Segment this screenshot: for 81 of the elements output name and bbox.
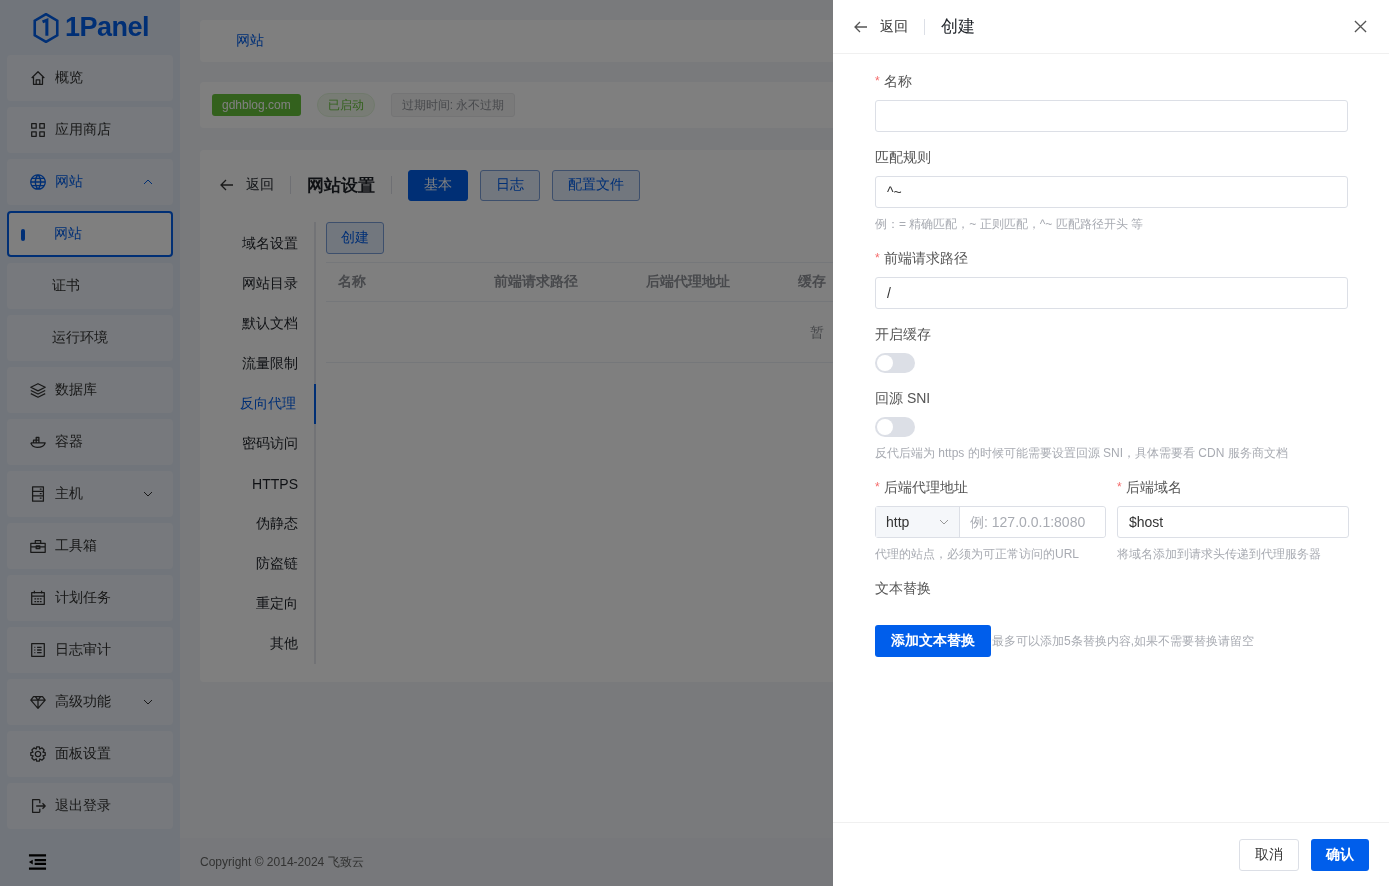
- back-arrow-icon[interactable]: [854, 20, 868, 33]
- collapse-menu-icon[interactable]: [28, 854, 47, 870]
- settings-menu-item[interactable]: 重定向: [220, 584, 316, 624]
- sidebar-item[interactable]: 主机: [7, 471, 173, 517]
- sidebar-item[interactable]: 日志审计: [7, 627, 173, 673]
- status-tag: 已启动: [316, 93, 375, 117]
- page-title: 网站设置: [307, 174, 375, 197]
- toolbox-icon: [29, 537, 47, 555]
- required-mark: *: [875, 479, 880, 496]
- layers-icon: [29, 381, 47, 399]
- tab-button[interactable]: 配置文件: [552, 169, 640, 201]
- sidebar-item[interactable]: 概览: [7, 55, 173, 101]
- home-icon: [29, 69, 47, 87]
- settings-icon: [29, 745, 47, 763]
- settings-menu-item[interactable]: HTTPS: [220, 464, 316, 504]
- field-label: 后端域名: [1125, 478, 1182, 496]
- field-label: 后端代理地址: [883, 478, 968, 496]
- sidebar-item[interactable]: 数据库: [7, 367, 173, 413]
- note-text: 最多可以添加5条替换内容,如果不需要替换请留空: [992, 632, 1254, 650]
- settings-menu-item[interactable]: 反向代理: [220, 384, 316, 424]
- add-text-replace-button[interactable]: 添加文本替换: [875, 625, 991, 657]
- sidebar-item[interactable]: 网站: [7, 159, 173, 205]
- diamond-icon: [29, 693, 47, 711]
- sidebar-item[interactable]: 退出登录: [7, 783, 173, 829]
- globe-icon: [29, 173, 47, 191]
- help-text: 代理的站点，必须为可正常访问的URL: [875, 546, 1079, 563]
- settings-menu-item[interactable]: 密码访问: [220, 424, 316, 464]
- settings-menu-item[interactable]: 默认文档: [220, 304, 316, 344]
- sidebar-item[interactable]: 应用商店: [7, 107, 173, 153]
- required-mark: *: [1117, 479, 1122, 496]
- sidebar-item[interactable]: 计划任务: [7, 575, 173, 621]
- required-mark: *: [875, 250, 880, 267]
- server-icon: [29, 485, 47, 503]
- match-rule-field[interactable]: ^~: [875, 176, 1348, 208]
- grid-icon: [29, 121, 47, 139]
- help-text: 将域名添加到请求头传递到代理服务器: [1117, 546, 1321, 563]
- copyright-text: Copyright © 2014-2024 飞致云: [200, 853, 364, 871]
- settings-menu-item[interactable]: 其他: [220, 624, 316, 664]
- sidebar-item[interactable]: 工具箱: [7, 523, 173, 569]
- logout-icon: [29, 797, 47, 815]
- sidebar-subitem[interactable]: 证书: [7, 263, 173, 309]
- domain-tag: gdhblog.com: [212, 94, 301, 116]
- name-field[interactable]: [875, 100, 1348, 132]
- create-button[interactable]: 创建: [326, 222, 384, 254]
- help-text: 例：= 精确匹配，~ 正则匹配，^~ 匹配路径开头 等: [875, 216, 1143, 233]
- calendar-icon: [29, 589, 47, 607]
- confirm-button[interactable]: 确认: [1311, 838, 1369, 871]
- cancel-button[interactable]: 取消: [1239, 838, 1299, 871]
- path-field[interactable]: /: [875, 277, 1348, 309]
- sidebar-subitem[interactable]: 网站: [7, 211, 173, 257]
- backend-domain-field[interactable]: $host: [1117, 506, 1349, 538]
- close-icon[interactable]: [1354, 20, 1367, 33]
- settings-menu-item[interactable]: 网站目录: [220, 264, 316, 304]
- required-mark: *: [875, 73, 880, 90]
- settings-menu-item[interactable]: 流量限制: [220, 344, 316, 384]
- logo-text: 1Panel: [64, 12, 150, 43]
- field-label: 前端请求路径: [883, 249, 968, 267]
- back-arrow-icon[interactable]: [220, 179, 234, 191]
- sidebar-item[interactable]: 容器: [7, 419, 173, 465]
- back-link[interactable]: 返回: [880, 17, 908, 36]
- settings-menu-item[interactable]: 防盗链: [220, 544, 316, 584]
- toggle-switch[interactable]: [875, 353, 915, 373]
- field-label: 名称: [883, 72, 912, 90]
- breadcrumb[interactable]: 网站: [236, 32, 264, 50]
- field-label: 开启缓存: [875, 325, 931, 343]
- sidebar-subitem[interactable]: 运行环境: [7, 315, 173, 361]
- tab-button[interactable]: 基本: [408, 169, 468, 201]
- sidebar-item[interactable]: 面板设置: [7, 731, 173, 777]
- tab-button[interactable]: 日志: [480, 169, 540, 201]
- settings-menu-item[interactable]: 伪静态: [220, 504, 316, 544]
- back-link[interactable]: 返回: [246, 176, 274, 194]
- field-label: 匹配规则: [875, 148, 931, 166]
- field-label: 回源 SNI: [875, 389, 931, 407]
- toggle-switch[interactable]: [875, 417, 915, 437]
- settings-menu-item[interactable]: 域名设置: [220, 224, 316, 264]
- sidebar-item[interactable]: 高级功能: [7, 679, 173, 725]
- logo-icon: [32, 12, 59, 43]
- drawer-title: 创建: [941, 16, 976, 38]
- list-icon: [29, 641, 47, 659]
- help-text: 反代后端为 https 的时候可能需要设置回源 SNI，具体需要看 CDN 服务商文档: [875, 445, 1288, 462]
- field-label: 文本替换: [875, 579, 931, 597]
